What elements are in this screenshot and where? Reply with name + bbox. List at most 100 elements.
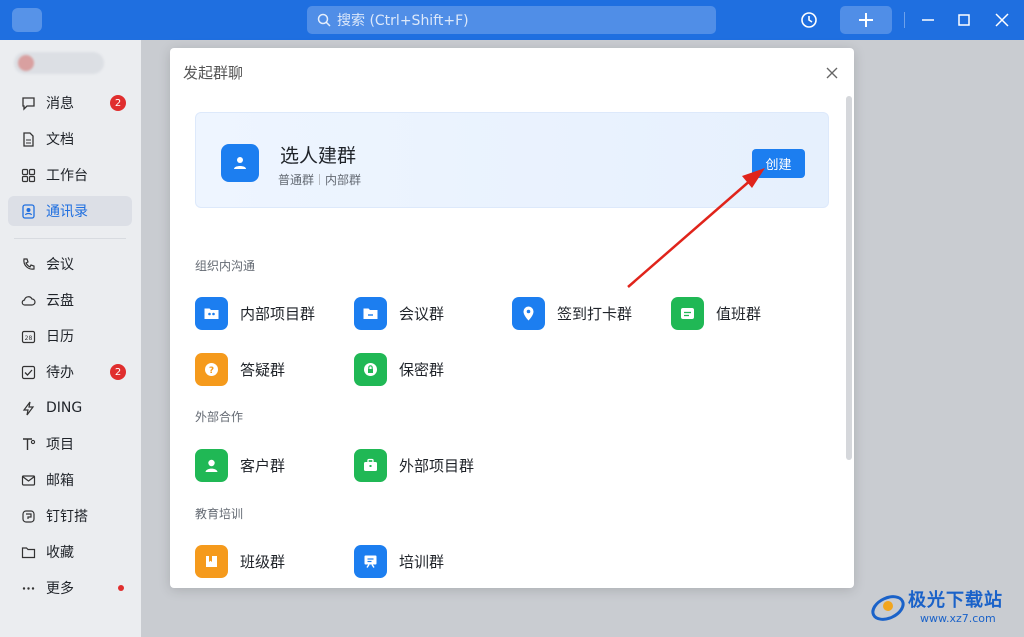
svg-text:?: ? [209, 366, 214, 376]
sidebar-item-more[interactable]: 更多 [8, 573, 132, 603]
minimize-icon [922, 19, 934, 21]
create-button[interactable]: 创建 [752, 149, 805, 178]
sidebar-item-label: 云盘 [46, 293, 74, 309]
sidebar-item-project[interactable]: 项目 [8, 429, 132, 459]
sidebar-item-label: 邮箱 [46, 473, 74, 489]
window-divider [904, 12, 905, 28]
sidebar-item-label: 项目 [46, 437, 74, 453]
history-button[interactable] [797, 8, 821, 32]
folder-icon [20, 544, 36, 560]
sidebar-item-label: 工作台 [46, 168, 88, 184]
watermark-logo: 极光下载站 www.xz7.com [862, 582, 1022, 632]
sidebar-item-label: 消息 [46, 96, 74, 112]
app-logo [12, 8, 42, 32]
group-option-qa[interactable]: ? 答疑群 [195, 352, 285, 386]
group-option-checkin[interactable]: 签到打卡群 [512, 296, 632, 330]
lightning-icon [20, 400, 36, 416]
sidebar-item-label: 文档 [46, 132, 74, 148]
unread-badge: 2 [110, 95, 126, 111]
tag-separator [319, 174, 321, 185]
sidebar-item-label: 待办 [46, 365, 74, 381]
minimize-button[interactable] [916, 8, 940, 32]
group-option-label: 内部项目群 [240, 304, 316, 323]
group-option-customer[interactable]: 客户群 [195, 448, 285, 482]
section-title-education: 教育培训 [195, 507, 244, 521]
scrollbar[interactable] [846, 96, 852, 460]
watermark-text: 极光下载站 [908, 590, 1003, 611]
card-title: 选人建群 [280, 145, 357, 167]
person-icon [221, 144, 259, 182]
phone-icon [20, 256, 36, 272]
group-option-confidential[interactable]: 保密群 [354, 352, 444, 386]
contacts-icon [20, 203, 36, 219]
sidebar-item-label: 钉钉搭 [46, 509, 88, 525]
sidebar-item-label: 收藏 [46, 545, 74, 561]
group-option-external-project[interactable]: 外部项目群 [354, 448, 474, 482]
maximize-icon [958, 14, 970, 26]
search-input[interactable]: 搜索 (Ctrl+Shift+F) [307, 6, 716, 34]
sidebar-item-docs[interactable]: 文档 [8, 124, 132, 154]
sidebar-item-label: 日历 [46, 329, 74, 345]
calendar-duty-icon [671, 296, 704, 330]
select-people-card[interactable]: 选人建群 普通群 内部群 创建 [195, 112, 829, 208]
folder-people-icon [195, 296, 228, 330]
sidebar-item-label: DING [46, 400, 83, 416]
close-window-button[interactable] [990, 8, 1014, 32]
close-icon [826, 67, 838, 79]
folder-icon [354, 296, 387, 330]
cloud-icon [20, 292, 36, 308]
sidebar-item-calendar[interactable]: 28 日历 [8, 321, 132, 351]
sidebar-divider [14, 238, 126, 239]
sidebar-item-todo[interactable]: 待办 2 [8, 357, 132, 387]
group-option-label: 答疑群 [240, 360, 286, 379]
sidebar-item-label: 更多 [46, 581, 74, 597]
watermark-url: www.xz7.com [920, 612, 996, 625]
sidebar-item-workbench[interactable]: 工作台 [8, 160, 132, 190]
group-option-class[interactable]: 班级群 [195, 544, 285, 578]
top-bar: 搜索 (Ctrl+Shift+F) [0, 0, 1024, 40]
search-icon [317, 13, 331, 27]
sidebar-item-cloud[interactable]: 云盘 [8, 285, 132, 315]
calendar-icon: 28 [20, 328, 36, 344]
dialog-title: 发起群聊 [183, 64, 244, 82]
sidebar-item-mail[interactable]: 邮箱 [8, 465, 132, 495]
add-button[interactable] [840, 6, 892, 34]
group-option-internal-project[interactable]: 内部项目群 [195, 296, 315, 330]
group-option-label: 培训群 [399, 552, 445, 571]
sidebar-item-messages[interactable]: 消息 2 [8, 88, 132, 118]
card-tag-normal: 普通群 [278, 173, 315, 187]
group-option-label: 外部项目群 [399, 456, 475, 475]
svg-text:28: 28 [24, 335, 32, 342]
sidebar-item-label: 通讯录 [46, 204, 88, 220]
group-option-duty[interactable]: 值班群 [671, 296, 761, 330]
group-option-label: 签到打卡群 [557, 304, 633, 323]
sidebar: 消息 2 文档 工作台 通讯录 会议 云盘 28 日历 待办 2 DING 项目 [0, 40, 141, 637]
customer-icon [195, 448, 228, 482]
group-option-training[interactable]: 培训群 [354, 544, 444, 578]
sidebar-item-ding[interactable]: DING [8, 393, 132, 423]
question-icon: ? [195, 352, 228, 386]
dialog-close-button[interactable] [825, 65, 839, 79]
maximize-button[interactable] [952, 8, 976, 32]
class-book-icon [195, 544, 228, 578]
section-title-external: 外部合作 [195, 410, 244, 424]
history-icon [801, 12, 817, 28]
sidebar-item-contacts[interactable]: 通讯录 [8, 196, 132, 226]
sidebar-item-builder[interactable]: 钉钉搭 [8, 501, 132, 531]
grid-icon [20, 167, 36, 183]
builder-icon [20, 508, 36, 524]
chat-icon [20, 95, 36, 111]
sidebar-item-meeting[interactable]: 会议 [8, 249, 132, 279]
card-tag-internal: 内部群 [325, 173, 362, 187]
start-group-chat-dialog: 发起群聊 选人建群 普通群 内部群 创建 组织内沟通 内部项目群 会议群 签到打… [170, 48, 854, 588]
training-board-icon [354, 544, 387, 578]
sidebar-item-favorites[interactable]: 收藏 [8, 537, 132, 567]
close-icon [995, 13, 1009, 27]
group-option-meeting[interactable]: 会议群 [354, 296, 444, 330]
project-icon [20, 436, 36, 452]
location-pin-icon [512, 296, 545, 330]
group-option-label: 会议群 [399, 304, 445, 323]
more-icon [20, 580, 36, 596]
avatar[interactable] [14, 52, 104, 74]
sidebar-item-label: 会议 [46, 257, 74, 273]
